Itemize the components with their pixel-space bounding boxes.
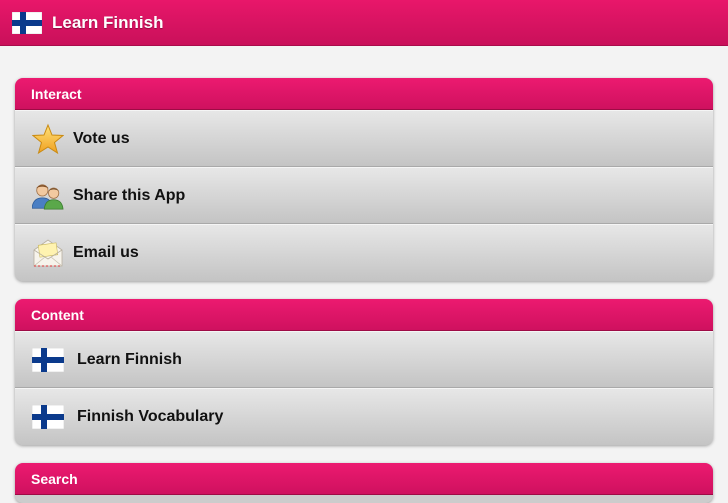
app-header: Learn Finnish [0, 0, 728, 46]
share-app-item[interactable]: Share this App [15, 167, 713, 224]
app-title: Learn Finnish [52, 12, 164, 32]
envelope-icon [32, 237, 64, 269]
search-panel: Search [15, 463, 713, 503]
interact-header: Interact [15, 78, 713, 110]
interact-panel: Interact Vote us Share this App Email us [15, 78, 713, 281]
users-icon [32, 180, 64, 212]
search-header: Search [15, 463, 713, 495]
email-us-item[interactable]: Email us [15, 224, 713, 281]
content-panel: Content Learn Finnish Finnish Vocabulary [15, 299, 713, 445]
learn-finnish-label: Learn Finnish [77, 350, 182, 368]
share-app-label: Share this App [73, 186, 186, 204]
finnish-vocabulary-item[interactable]: Finnish Vocabulary [15, 388, 713, 445]
vote-us-label: Vote us [73, 129, 130, 147]
vote-us-item[interactable]: Vote us [15, 110, 713, 167]
finland-flag-icon [12, 11, 42, 34]
star-icon [32, 123, 64, 155]
finland-flag-icon [32, 344, 64, 376]
content-header: Content [15, 299, 713, 331]
finland-flag-icon [32, 401, 64, 433]
finnish-vocabulary-label: Finnish Vocabulary [77, 408, 224, 425]
email-us-label: Email us [73, 244, 139, 261]
learn-finnish-item[interactable]: Learn Finnish [15, 331, 713, 388]
